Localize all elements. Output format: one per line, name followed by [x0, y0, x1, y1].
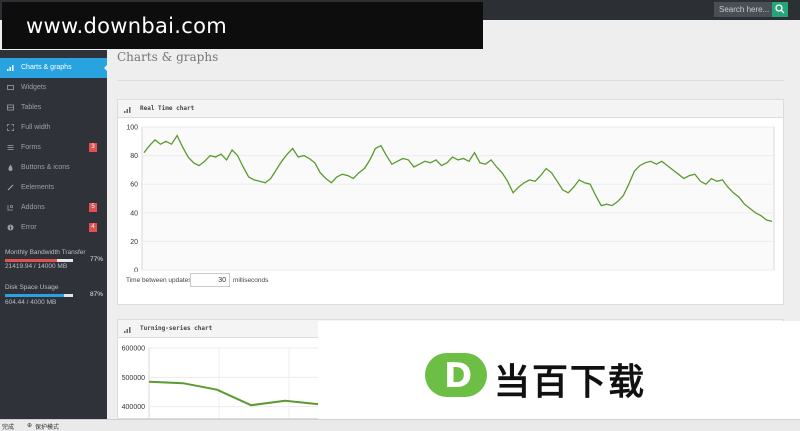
- sidebar-item-label: Widgets: [21, 84, 47, 91]
- panel-title: Real Time chart: [140, 105, 195, 112]
- sidebar-item-addons[interactable]: Addons 5: [0, 198, 107, 218]
- sidebar-item-buttons-icons[interactable]: Buttons & icons: [0, 158, 107, 178]
- protected-mode-text: 保护模式: [35, 425, 60, 431]
- sidebar-item-label: Forms: [21, 144, 41, 151]
- watermark-logo-letter: D: [444, 356, 473, 396]
- watermark-logo: D 当百下载: [318, 321, 800, 431]
- disk-space-label: Disk Space Usage: [5, 284, 59, 291]
- sidebar-item-label: Error: [21, 224, 37, 231]
- watermark-logo-mark: D: [425, 353, 487, 397]
- update-interval-unit: milliseconds: [233, 277, 269, 284]
- sidebar-item-forms[interactable]: Forms 3: [0, 138, 107, 158]
- y-tick-label: 60: [130, 182, 138, 189]
- bar-chart-icon: [124, 327, 131, 333]
- search-button[interactable]: [772, 2, 788, 17]
- y-tick-label: 80: [130, 153, 138, 160]
- update-interval-label: Time between updates:: [126, 277, 194, 284]
- sidebar-item-label: Charts & graphs: [21, 64, 72, 71]
- addons-count-badge: 5: [89, 203, 97, 212]
- search-icon: [775, 4, 785, 14]
- panel-title: Turning-series chart: [140, 325, 213, 332]
- bandwidth-progress-fill: [5, 259, 58, 262]
- bar-chart-icon: [124, 107, 131, 113]
- page-title: Charts & graphs: [117, 50, 219, 64]
- sidebar-item-widgets[interactable]: Widgets: [0, 78, 107, 98]
- browser-status-bar: 完成 ⊕ 保护模式: [0, 419, 800, 431]
- pencil-icon: [7, 184, 14, 191]
- disk-space-progress-fill: [5, 294, 65, 297]
- sidebar-item-tables[interactable]: Tables: [0, 98, 107, 118]
- realtime-chart-panel: Real Time chart 0 20 40 60 80 100 Time betwee…: [117, 99, 784, 305]
- sidebar-item-label: Buttons & icons: [21, 164, 70, 171]
- info-icon: [7, 224, 14, 231]
- bandwidth-percent: 77%: [90, 256, 104, 263]
- sidebar: Charts & graphs Widgets Tables Full widt…: [0, 50, 108, 419]
- watermark-banner: www.downbai.com: [2, 2, 483, 49]
- bandwidth-label: Monthly Bandwidth Transfer: [5, 249, 86, 256]
- widget-icon: [7, 85, 14, 90]
- sidebar-item-elements[interactable]: Eelements: [0, 178, 107, 198]
- bandwidth-progress: [5, 259, 73, 262]
- sidebar-item-charts[interactable]: Charts & graphs: [0, 58, 108, 78]
- protected-mode-icon: ⊕: [27, 423, 33, 429]
- realtime-chart: 0 20 40 60 80 100: [126, 125, 775, 273]
- disk-space-percent: 87%: [90, 291, 104, 298]
- sidebar-item-label: Tables: [21, 104, 42, 111]
- forms-count-badge: 3: [89, 143, 97, 152]
- watermark-text: www.downbai.com: [26, 14, 227, 38]
- y-tick-label: 0: [134, 268, 138, 273]
- y-tick-label: 20: [130, 239, 138, 246]
- sidebar-item-error[interactable]: Error 4: [0, 218, 107, 238]
- y-tick-label: 500000: [122, 375, 145, 382]
- y-tick-label: 400000: [122, 404, 145, 411]
- update-interval-input[interactable]: [190, 273, 230, 287]
- sidebar-item-label: Addons: [21, 204, 45, 211]
- disk-space-progress: [5, 294, 73, 297]
- search-input[interactable]: [714, 2, 772, 17]
- bandwidth-value: 21419.94 / 14000 MB: [5, 263, 68, 270]
- error-count-badge: 4: [89, 223, 97, 232]
- y-tick-label: 100: [126, 125, 138, 132]
- y-tick-label: 600000: [122, 346, 145, 353]
- panel-header: Real Time chart: [118, 100, 783, 118]
- watermark-logo-text: 当百下载: [494, 362, 647, 403]
- form-icon: [7, 145, 14, 150]
- sidebar-item-full-width[interactable]: Full width: [0, 118, 107, 138]
- table-icon: [7, 104, 14, 111]
- sidebar-item-label: Full width: [21, 124, 51, 131]
- y-tick-label: 40: [130, 210, 138, 217]
- status-text: 完成: [2, 425, 15, 431]
- expand-icon: [7, 124, 14, 131]
- addon-icon: [7, 204, 14, 211]
- plot-area: [141, 126, 775, 271]
- sidebar-item-label: Eelements: [21, 184, 55, 191]
- title-divider: [117, 80, 784, 81]
- tint-icon: [8, 164, 13, 171]
- bar-chart-icon: [7, 65, 14, 71]
- disk-space-value: 604.44 / 4000 MB: [5, 299, 57, 306]
